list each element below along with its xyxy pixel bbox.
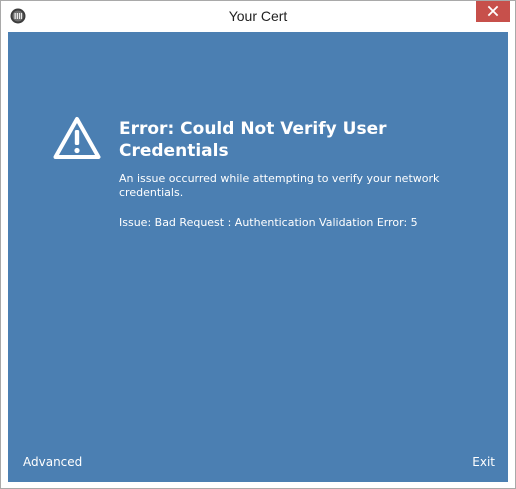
error-title: Error: Could Not Verify User Credentials (119, 119, 387, 161)
advanced-button[interactable]: Advanced (23, 455, 82, 469)
close-button[interactable] (476, 1, 510, 22)
error-description: An issue occurred while attempting to ve… (119, 172, 440, 199)
warning-icon (53, 116, 101, 160)
title-bar[interactable]: Your Cert (1, 1, 515, 32)
error-panel: Error: Could Not Verify User Credentials… (8, 32, 508, 482)
window-title: Your Cert (228, 8, 288, 24)
close-icon (487, 2, 499, 21)
exit-button[interactable]: Exit (472, 455, 495, 469)
error-issue: Issue: Bad Request : Authentication Vali… (119, 216, 418, 229)
app-window: Your Cert Error: Could Not Verify User C… (0, 0, 516, 489)
